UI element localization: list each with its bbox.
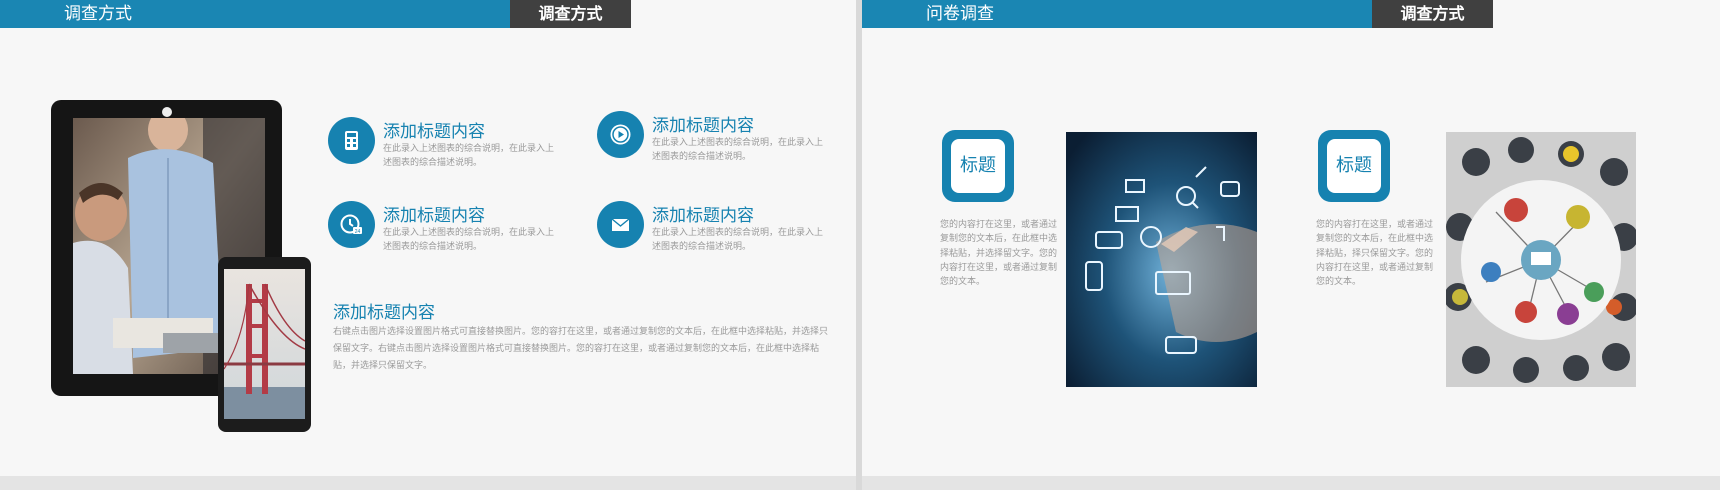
feature-desc: 在此录入上述图表的综合说明，在此录入上述图表的综合描述说明。: [652, 138, 824, 162]
header-title: 问卷调查: [926, 4, 994, 24]
feature-title: 添加标题内容: [383, 122, 485, 142]
feature-desc: 在此录入上述图表的综合说明，在此录入上述图表的综合描述说明。: [383, 228, 555, 252]
feature-title: 添加标题内容: [383, 206, 485, 226]
title-box-icon: 标题: [942, 130, 1014, 202]
svg-text:24: 24: [355, 229, 361, 235]
slide-questionnaire: 问卷调查 调查方式 标题 您的内容打在这里，或者通过复制您的文本后，在此框中选择…: [862, 0, 1720, 490]
calculator-icon: [328, 117, 375, 164]
feature-title: 添加标题内容: [652, 206, 754, 226]
title-box-label: 标题: [951, 139, 1005, 193]
paragraph-title: 添加标题内容: [333, 303, 435, 323]
item-desc: 您的内容打在这里，或者通过复制您的文本后，在此框中选择粘贴，择只保留文字。您的内…: [1316, 220, 1434, 288]
title-box-icon: 标题: [1318, 130, 1390, 202]
feature-title: 添加标题内容: [652, 116, 754, 136]
header-bar: 调查方式: [0, 0, 510, 28]
footer-bar: [862, 476, 1720, 490]
slide-survey-methods: 调查方式 调查方式 添加标题内容 在此录入上述图表的综合说明，在此录入上述图表的…: [0, 0, 856, 490]
header-title: 调查方式: [64, 4, 132, 24]
clock-icon: 24: [328, 201, 375, 248]
header-tag: 调查方式: [510, 0, 631, 28]
play-icon: [597, 111, 644, 158]
item-desc: 您的内容打在这里，或者通过复制您的文本后，在此框中选择粘贴，并选择留文字。您的内…: [940, 220, 1058, 288]
golden-gate-bridge-photo: [224, 269, 305, 419]
header-tag: 调查方式: [1372, 0, 1493, 28]
touchscreen-apps-photo: [1066, 132, 1257, 387]
feature-desc: 在此录入上述图表的综合说明，在此录入上述图表的综合描述说明。: [383, 144, 555, 168]
feature-desc: 在此录入上述图表的综合说明，在此录入上述图表的综合描述说明。: [652, 228, 824, 252]
title-box-label: 标题: [1327, 139, 1381, 193]
team-network-photo: [1446, 132, 1636, 387]
footer-bar: [0, 476, 856, 490]
tablet-camera: [162, 107, 172, 117]
paragraph-text: 右键点击图片选择设置图片格式可直接替换图片。您的容打在这里，或者通过复制您的文本…: [333, 327, 829, 371]
phone-mockup: [218, 257, 311, 432]
mail-icon: [597, 201, 644, 248]
header-bar: 问卷调查: [862, 0, 1372, 28]
